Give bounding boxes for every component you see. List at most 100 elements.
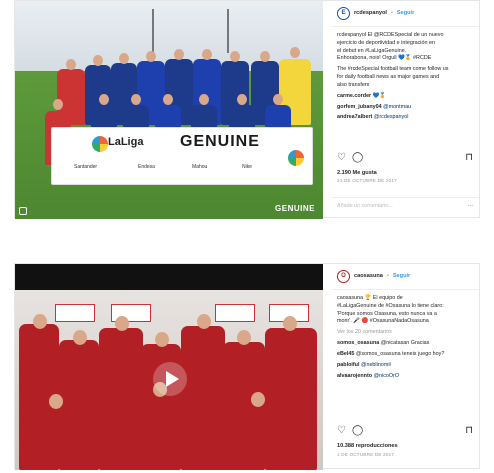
laliga-logo-icon [288, 150, 304, 166]
more-options-icon[interactable]: ··· [468, 203, 473, 211]
comment-text[interactable]: @montmau [383, 104, 411, 110]
sponsor-logo: Santander [74, 164, 98, 170]
head [53, 99, 63, 110]
post-header: O caosasuna • Seguir [331, 264, 479, 290]
like-heart-icon[interactable]: ♡ [337, 151, 346, 166]
post-photo[interactable]: LaLiga GENUINE Santander Endesa Mahou Ni… [15, 1, 323, 219]
head [197, 314, 211, 329]
follow-button[interactable]: Seguir [397, 9, 414, 17]
caption-line: for daily football news as major games a… [337, 74, 440, 81]
username-link[interactable]: caosasuna [354, 272, 383, 280]
laliga-logo-icon [92, 136, 108, 152]
add-comment-input[interactable]: Añade un comentario... [337, 203, 393, 211]
play-button-icon[interactable] [153, 362, 187, 396]
head [66, 59, 76, 70]
username-link[interactable]: rcdespanyol [354, 9, 387, 17]
floodlight [152, 9, 154, 53]
likes-count[interactable]: 2.190 Me gusta [337, 169, 377, 177]
separator-dot: • [390, 9, 393, 16]
comment-bubble-icon[interactable]: ◯ [352, 424, 363, 439]
head [237, 330, 251, 345]
comment: somos_osasuna @nicatasan Gracias [337, 340, 473, 348]
head [146, 51, 156, 62]
comment-text: @nicatasan Gracias [380, 340, 430, 347]
comment-text[interactable]: @neblinomil [361, 362, 391, 368]
post-sidebar: E rcdespanyol • Seguir rcdespanyol El @R… [331, 1, 479, 217]
separator-dot: • [386, 272, 389, 279]
ad-board [215, 304, 255, 322]
comment-user[interactable]: andrea7albert [337, 114, 372, 120]
head [73, 330, 87, 345]
post-date[interactable]: 1 DE OCTUBRE DE 2017 [337, 452, 394, 459]
sponsor-logo: Mahou [192, 164, 208, 170]
player [99, 328, 143, 470]
comment: pabloiful @neblinomil [337, 362, 473, 370]
comment-text: 💙🏅 [372, 92, 387, 99]
ad-board [55, 304, 95, 322]
caption-line: morir'. 🎤 🔴 #OsasunaNadaOsasuna [337, 318, 429, 325]
player [265, 105, 291, 129]
floodlight [227, 9, 229, 53]
comment-user[interactable]: carme.corder [337, 93, 371, 99]
player [181, 326, 225, 470]
post-sidebar: O caosasuna • Seguir caosasuna 🏆 El equi… [331, 264, 479, 468]
instagram-post-espanyol: LaLiga GENUINE Santander Endesa Mahou Ni… [14, 0, 480, 219]
genuine-watermark: GENUINE [275, 204, 315, 213]
multi-photo-icon [19, 207, 27, 215]
comment: eBel45 @somos_osasuna teneis juego hoy? [337, 351, 473, 359]
caption-line: Enhorabona, nois! Orgull 💙🏅 #RCDE [337, 55, 432, 62]
comment: alvaarojennto @nicoOrO [337, 373, 473, 381]
head [290, 47, 300, 58]
head [230, 51, 240, 62]
save-bookmark-icon[interactable]: ⊓ [465, 424, 473, 439]
sponsor-logo: Endesa [138, 164, 155, 170]
laliga-genuine-banner: LaLiga GENUINE Santander Endesa Mahou Ni… [51, 127, 313, 185]
caption-line: The #rcdeSpecial football team come foll… [337, 66, 449, 73]
player [91, 105, 117, 129]
like-heart-icon[interactable]: ♡ [337, 424, 346, 439]
comment-user[interactable]: gorfem_jubany04 [337, 104, 382, 110]
head [115, 316, 129, 331]
follow-button[interactable]: Seguir [393, 272, 410, 280]
caption-line: rcdespanyol El @RCDESpecial de un nuevo [337, 32, 444, 38]
comment-user[interactable]: eBel45 [337, 351, 354, 357]
comment-text[interactable]: @rcdespanyol [374, 114, 409, 120]
player [265, 328, 317, 470]
head [283, 316, 297, 331]
post-date[interactable]: 21 DE OCTUBRE DE 2017 [337, 178, 397, 185]
views-count[interactable]: 10.388 reproducciones [337, 442, 398, 450]
comment-user[interactable]: somos_osasuna [337, 340, 379, 346]
avatar[interactable]: E [337, 7, 350, 20]
post-actions: ♡ ◯ ⊓ [337, 424, 473, 439]
head [174, 49, 184, 60]
head [155, 332, 169, 347]
caption-line: also transfers [337, 81, 370, 88]
head [163, 94, 173, 105]
caption-line: #LaLigaGenuine de #Osasuna lo tiene clar… [337, 302, 444, 309]
instagram-post-osasuna: O caosasuna • Seguir caosasuna 🏆 El equi… [14, 263, 480, 470]
comment: andrea7albert @rcdespanyol [337, 114, 473, 122]
player [191, 105, 217, 129]
comment-text[interactable]: @nicoOrO [374, 373, 400, 379]
comment: gorfem_jubany04 @montmau [337, 104, 473, 112]
comment: carme.corder 💙🏅 [337, 93, 473, 101]
head [199, 94, 209, 105]
post-video[interactable] [15, 264, 323, 470]
avatar[interactable]: O [337, 270, 350, 283]
head [260, 51, 270, 62]
comment-text: @somos_osasuna teneis juego hoy? [355, 350, 445, 357]
head [99, 94, 109, 105]
player [155, 105, 181, 129]
player [59, 340, 99, 470]
view-all-comments-link[interactable]: Ver los 20 comentarios [337, 329, 473, 337]
comment-user[interactable]: alvaarojennto [337, 373, 372, 379]
head [273, 94, 283, 105]
post-actions: ♡ ◯ ⊓ [337, 151, 473, 166]
comment-bubble-icon[interactable]: ◯ [352, 151, 363, 166]
add-comment-bar: Añade un comentario... ··· [331, 197, 479, 216]
banner-laliga-text: LaLiga [108, 136, 144, 148]
comment-user[interactable]: pabloiful [337, 362, 359, 368]
save-bookmark-icon[interactable]: ⊓ [465, 151, 473, 166]
caption-line: caosasuna 🏆 El equipo de [337, 295, 403, 301]
caption: caosasuna 🏆 El equipo de #LaLigaGenuine … [331, 290, 479, 388]
